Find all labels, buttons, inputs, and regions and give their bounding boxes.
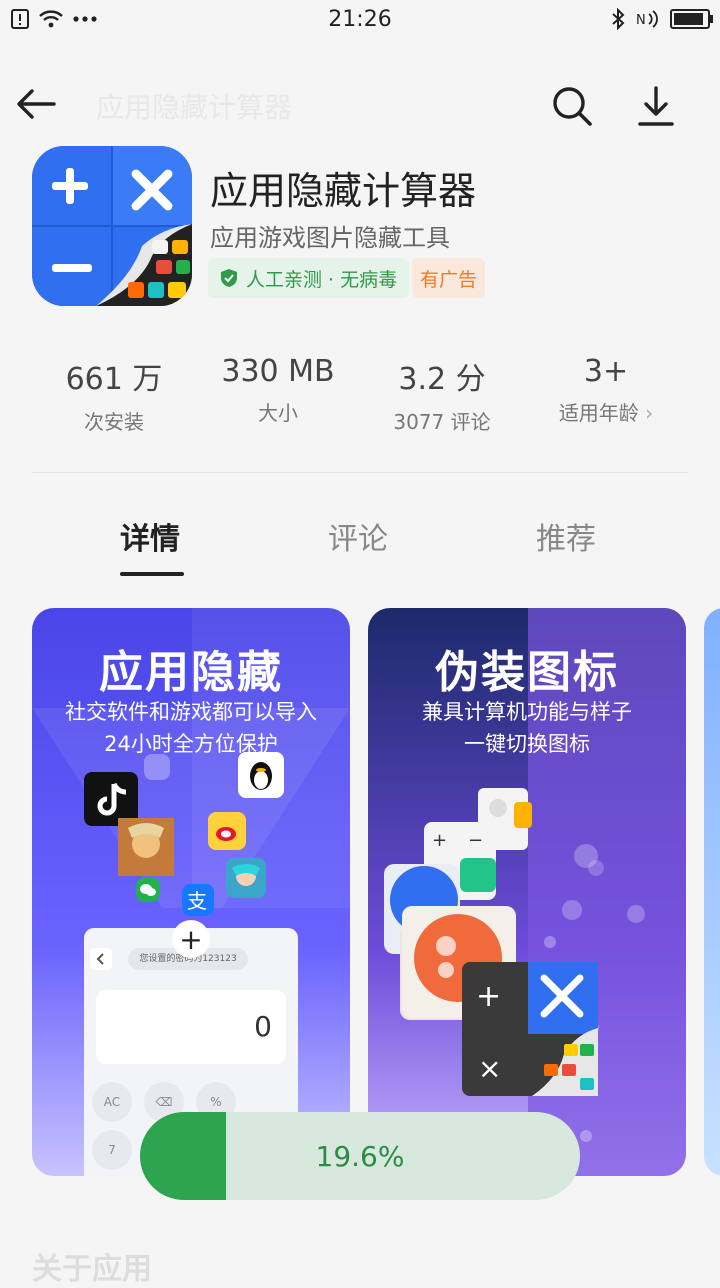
- weibo-icon: [208, 812, 246, 850]
- svg-text:支: 支: [187, 889, 207, 913]
- stat-label: 适用年龄 ›: [524, 397, 688, 426]
- plus-icon: +: [172, 920, 210, 958]
- back-arrow-icon[interactable]: [14, 82, 58, 126]
- screenshot-1[interactable]: 应用隐藏 社交软件和游戏都可以导入 24小时全方位保护 支 您设置的密码为123…: [32, 608, 350, 1176]
- stat-installs: 661 万 次安装: [32, 354, 196, 435]
- nfc-icon: N: [636, 10, 658, 28]
- calculator-value: 0: [254, 1010, 272, 1043]
- stat-size: 330 MB 大小: [196, 354, 360, 426]
- divider: [32, 472, 688, 473]
- search-icon[interactable]: [548, 82, 596, 130]
- calculator-display: 0: [96, 990, 286, 1064]
- qq-penguin-icon: [238, 752, 284, 798]
- key-ac: AC: [92, 1082, 132, 1122]
- stat-label: 3077 评论: [393, 410, 491, 434]
- stat-value: 330 MB: [221, 354, 335, 389]
- tab-reviews[interactable]: 评论: [328, 514, 388, 558]
- download-icon[interactable]: [632, 82, 680, 130]
- alipay-icon: 支: [182, 884, 214, 916]
- active-tab-indicator: [120, 572, 184, 576]
- screenshot-caption: 24小时全方位保护: [104, 732, 278, 756]
- stat-label: 次安装: [84, 410, 144, 434]
- app-icon: [32, 146, 192, 306]
- key-seven: 7: [92, 1130, 132, 1170]
- stat-age[interactable]: 3+ 适用年龄 ›: [524, 354, 688, 426]
- progress-label: 19.6%: [315, 1140, 405, 1173]
- status-bar: 21:26 N: [0, 0, 720, 40]
- decor-square: [144, 754, 170, 780]
- tab-recommend[interactable]: 推荐: [536, 514, 596, 558]
- tab-details[interactable]: 详情: [120, 514, 180, 558]
- app-name: 应用隐藏计算器: [210, 169, 477, 213]
- stat-label: 大小: [258, 401, 298, 425]
- svg-text:N: N: [636, 13, 646, 28]
- game-icon: [226, 858, 266, 898]
- screenshot-title: 应用隐藏: [99, 647, 283, 698]
- svg-text:+: +: [476, 979, 501, 1014]
- download-progress-button[interactable]: 19.6%: [140, 1112, 580, 1200]
- app-stats: 661 万 次安装 330 MB 大小 3.2 分 3077 评论 3+ 适用年…: [32, 354, 688, 434]
- safety-badge: 人工亲测 · 无病毒: [208, 258, 410, 298]
- ad-badge: 有广告: [412, 258, 486, 298]
- shield-check-icon: [221, 269, 237, 287]
- stat-age-label: 适用年龄: [558, 401, 639, 425]
- faded-page-title: 应用隐藏计算器: [96, 91, 293, 124]
- stat-value: 3.2 分: [398, 362, 486, 397]
- wechat-icon: [136, 878, 160, 902]
- icon-cards: + − + ×: [384, 788, 598, 1096]
- about-section-heading: 关于应用: [32, 1252, 152, 1287]
- svg-text:×: ×: [478, 1052, 501, 1085]
- screenshot-caption: 社交软件和游戏都可以导入: [65, 700, 317, 724]
- battery-icon: [670, 9, 713, 29]
- bluetooth-icon: [612, 8, 625, 30]
- svg-text:+: +: [432, 830, 447, 851]
- screenshot-2[interactable]: 伪装图标 兼具计算机功能与样子 一键切换图标 + − + ×: [368, 608, 686, 1176]
- stat-value: 661 万: [65, 362, 163, 397]
- game-icon: [118, 818, 174, 876]
- stat-value: 3+: [583, 354, 629, 389]
- svg-text:−: −: [468, 830, 483, 851]
- safety-badge-label: 人工亲测 · 无病毒: [246, 268, 398, 291]
- stat-rating[interactable]: 3.2 分 3077 评论: [360, 354, 524, 435]
- top-bar: 应用隐藏计算器: [0, 72, 720, 142]
- chevron-left-icon: [90, 948, 112, 970]
- app-subtitle: 应用游戏图片隐藏工具: [210, 224, 450, 252]
- screenshot-3[interactable]: [704, 608, 720, 1176]
- chevron-right-icon: ›: [645, 401, 654, 425]
